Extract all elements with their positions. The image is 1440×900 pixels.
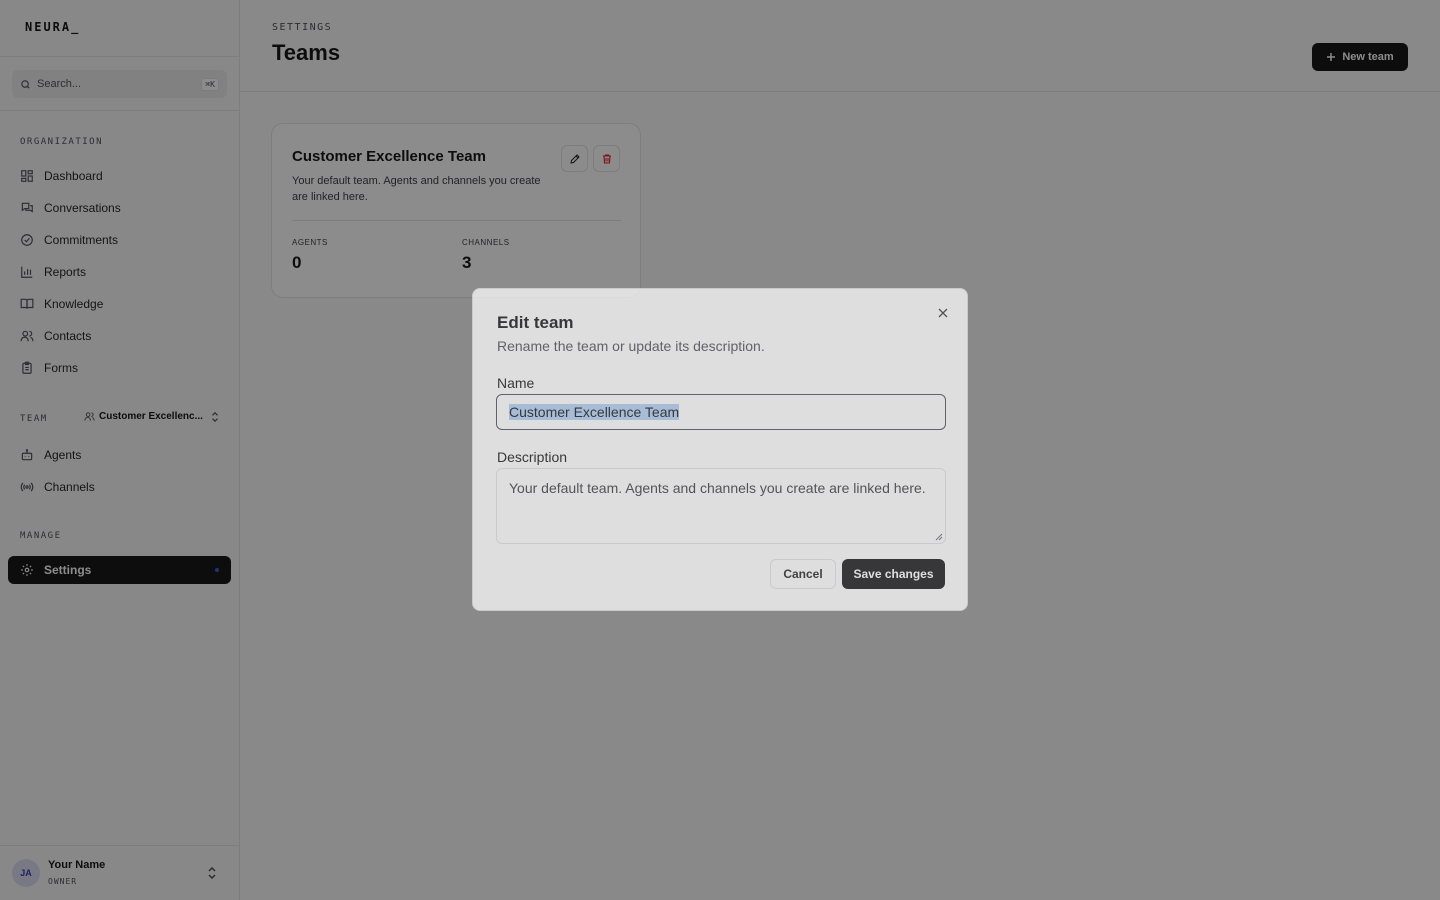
dialog-title: Edit team <box>497 313 574 332</box>
description-field-label: Description <box>497 449 568 465</box>
edit-team-dialog: Edit team Rename the team or update its … <box>472 288 968 611</box>
close-button[interactable] <box>935 305 951 321</box>
dialog-subtitle: Rename the team or update its descriptio… <box>497 338 765 354</box>
save-changes-button[interactable]: Save changes <box>842 559 945 589</box>
cancel-button[interactable]: Cancel <box>770 559 836 589</box>
team-name-input[interactable]: Customer Excellence Team <box>496 394 946 430</box>
team-name-value: Customer Excellence Team <box>509 404 680 420</box>
name-field-label: Name <box>497 375 535 391</box>
resize-handle-icon[interactable] <box>935 533 943 541</box>
team-description-value: Your default team. Agents and channels y… <box>509 480 926 496</box>
close-icon <box>938 308 948 318</box>
team-description-textarea[interactable]: Your default team. Agents and channels y… <box>496 468 946 544</box>
